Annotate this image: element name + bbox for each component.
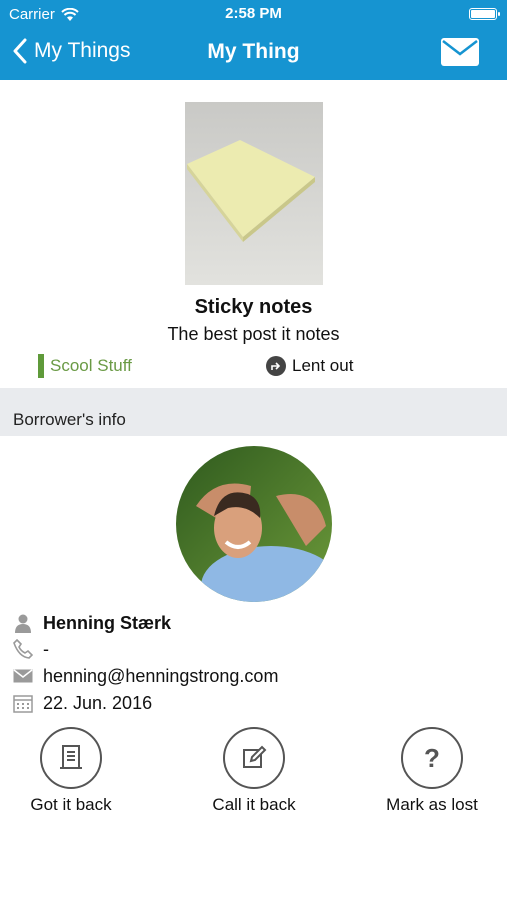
edit-icon-circle xyxy=(223,727,285,789)
borrower-email-row[interactable]: henning@henningstrong.com xyxy=(12,665,278,687)
item-description: The best post it notes xyxy=(167,324,340,344)
mail-icon[interactable] xyxy=(441,38,479,66)
borrower-email: henning@henningstrong.com xyxy=(43,665,279,686)
question-icon: ? xyxy=(424,742,440,773)
person-icon xyxy=(12,612,34,634)
got-it-back-button[interactable]: Got it back xyxy=(0,727,146,815)
item-photo[interactable] xyxy=(185,102,323,285)
header: Carrier 2:58 PM My Things My Thing xyxy=(0,0,507,80)
action-label: Mark as lost xyxy=(386,795,478,814)
borrower-date: 22. Jun. 2016 xyxy=(43,692,153,713)
share-icon xyxy=(266,356,286,376)
lent-out-status: Lent out xyxy=(266,356,353,376)
category-tag[interactable]: Scool Stuff xyxy=(38,354,132,378)
status-label: Lent out xyxy=(292,356,354,375)
avatar[interactable] xyxy=(176,446,332,602)
borrower-name: Henning Stærk xyxy=(43,612,172,633)
question-icon-circle: ? xyxy=(401,727,463,789)
borrower-phone-row[interactable]: - xyxy=(12,638,49,660)
nav-bar: My Things My Thing xyxy=(0,28,507,80)
calendar-icon xyxy=(12,692,34,714)
borrower-phone: - xyxy=(43,638,49,659)
battery-icon xyxy=(469,8,500,20)
borrower-date-row: 22. Jun. 2016 xyxy=(12,692,152,714)
call-it-back-button[interactable]: Call it back xyxy=(179,727,329,815)
section-label: Borrower's info xyxy=(13,410,126,429)
section-header: Borrower's info xyxy=(0,388,507,436)
item-name: Sticky notes xyxy=(194,296,313,318)
status-bar: Carrier 2:58 PM xyxy=(0,0,507,28)
envelope-icon xyxy=(12,665,34,687)
borrower-name-row: Henning Stærk xyxy=(12,612,171,634)
category-color-bar xyxy=(38,354,44,378)
mark-as-lost-button[interactable]: ? Mark as lost xyxy=(357,727,507,815)
receipt-icon xyxy=(60,745,82,769)
action-label: Call it back xyxy=(212,795,296,814)
edit-icon xyxy=(243,745,267,768)
action-label: Got it back xyxy=(30,795,112,814)
category-label: Scool Stuff xyxy=(50,356,132,375)
page-title: My Thing xyxy=(207,40,300,63)
clock: 2:58 PM xyxy=(225,5,282,22)
phone-icon xyxy=(12,638,34,660)
receipt-icon-circle xyxy=(40,727,102,789)
